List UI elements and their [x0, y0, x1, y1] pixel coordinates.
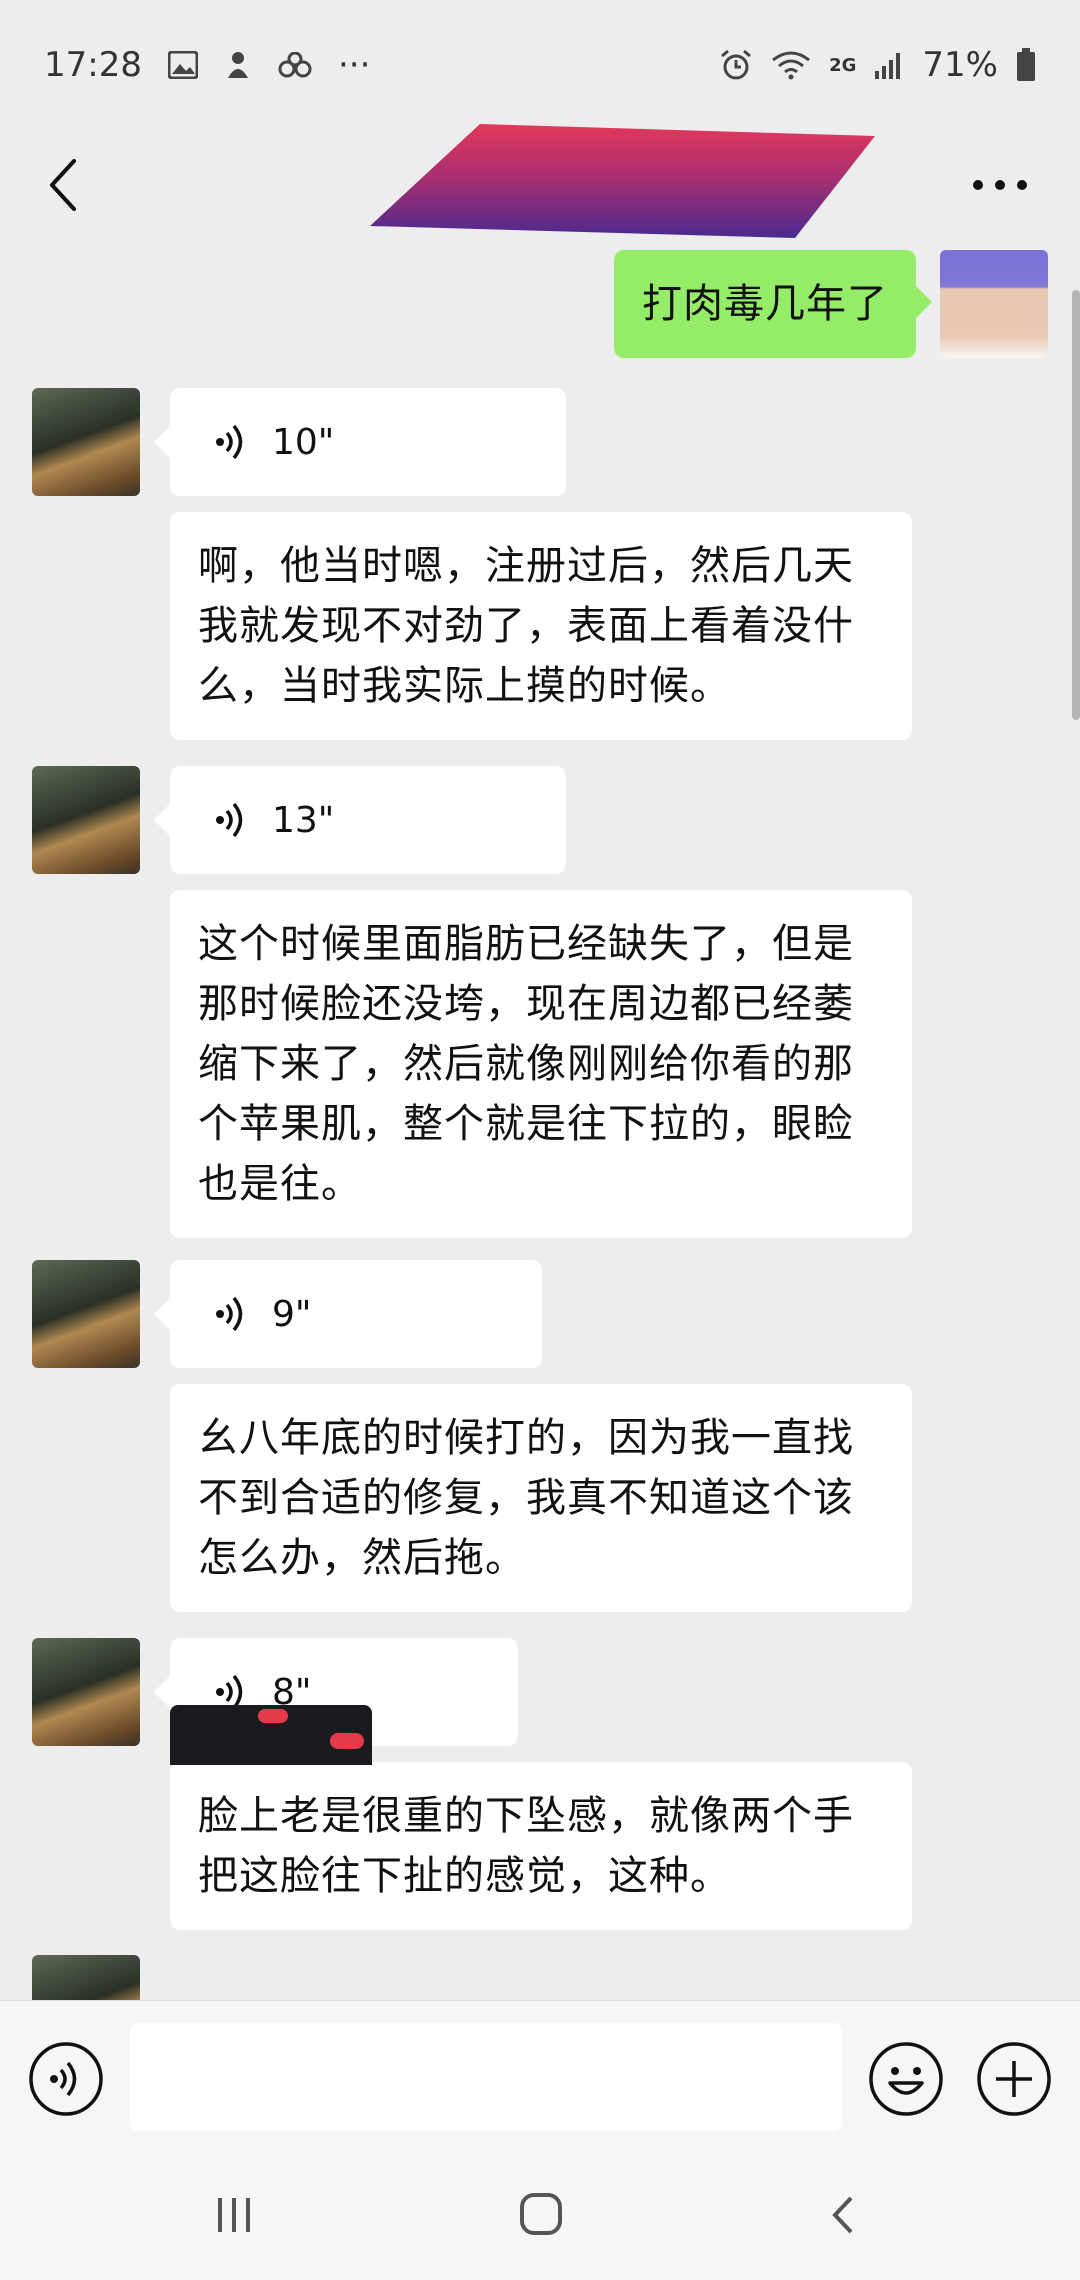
smiley-icon: [869, 2042, 943, 2116]
voice-wave-icon: [216, 424, 243, 460]
status-bar: 17:28 ··· 2G 71%: [0, 0, 1080, 130]
voice-transcript[interactable]: 这个时候里面脂肪已经缺失了，但是那时候脸还没垮，现在周边都已经萎缩下来了，然后就…: [170, 890, 912, 1238]
more-button[interactable]: [960, 145, 1040, 225]
system-navigation-bar: [0, 2150, 1080, 2280]
chat-header: [0, 120, 1080, 250]
recent-apps-button[interactable]: [210, 2190, 270, 2240]
scrollbar[interactable]: [1072, 290, 1080, 720]
contact-avatar[interactable]: [32, 1260, 140, 1368]
my-avatar[interactable]: [940, 250, 1048, 358]
app-notification-icon: [224, 50, 252, 80]
wifi-icon: [771, 50, 811, 80]
chevron-left-icon: [50, 159, 76, 211]
voice-wave-icon: [216, 802, 243, 838]
voice-duration: 13": [272, 799, 335, 841]
voice-transcript[interactable]: 啊，他当时嗯，注册过后，然后几天我就发现不对劲了，表面上看着没什么，当时我实际上…: [170, 512, 912, 740]
recent-apps-icon: [218, 2198, 250, 2232]
signal-icon: [874, 51, 904, 79]
image-message-thumbnail[interactable]: [170, 1705, 372, 1765]
transcript-text: 幺八年底的时候打的，因为我一直找不到合适的修复，我真不知道这个该怎么办，然后拖。: [198, 1415, 854, 1581]
gallery-icon: [167, 51, 198, 79]
message-text: 打肉毒几年了: [642, 281, 888, 327]
transcript-text: 啊，他当时嗯，注册过后，然后几天我就发现不对劲了，表面上看着没什么，当时我实际上…: [198, 543, 854, 709]
voice-message[interactable]: 9": [154, 1260, 542, 1368]
home-button[interactable]: [510, 2190, 570, 2240]
message-list[interactable]: 打肉毒几年了 10" 啊，他当时嗯，注册过后，然后几天我就发现不对劲了，表面上看…: [0, 250, 1080, 2000]
ellipsis-icon: [973, 180, 1027, 190]
voice-wave-icon: [216, 1296, 243, 1332]
back-button[interactable]: [30, 145, 110, 225]
transcript-text: 脸上老是很重的下坠感，就像两个手把这脸往下扯的感觉，这种。: [198, 1793, 854, 1899]
chat-title: [360, 125, 900, 255]
voice-icon: [29, 2042, 103, 2116]
network-type: 2G: [829, 54, 857, 76]
voice-transcript[interactable]: 幺八年底的时候打的，因为我一直找不到合适的修复，我真不知道这个该怎么办，然后拖。: [170, 1384, 912, 1612]
input-bar: [0, 2000, 1080, 2150]
my-message-bubble[interactable]: 打肉毒几年了: [614, 250, 932, 358]
message-input[interactable]: [130, 2023, 842, 2131]
contact-avatar[interactable]: [32, 1638, 140, 1746]
system-back-button[interactable]: [815, 2190, 875, 2240]
battery-icon: [1016, 48, 1036, 82]
back-arrow-icon: [832, 2196, 853, 2234]
thumbnail-detail: [258, 1709, 288, 1723]
plus-icon: [977, 2042, 1051, 2116]
voice-message[interactable]: 10": [154, 388, 566, 496]
home-icon: [520, 2193, 562, 2235]
voice-duration: 9": [272, 1293, 312, 1335]
status-more: ···: [337, 45, 371, 85]
status-time: 17:28: [44, 45, 142, 85]
voice-transcript[interactable]: 脸上老是很重的下坠感，就像两个手把这脸往下扯的感觉，这种。: [170, 1762, 912, 1930]
link-icon: [278, 52, 312, 78]
emoji-button[interactable]: [868, 2041, 944, 2117]
battery-percent: 71%: [922, 45, 998, 85]
more-functions-button[interactable]: [976, 2041, 1052, 2117]
contact-avatar[interactable]: [32, 766, 140, 874]
thumbnail-detail: [330, 1733, 364, 1749]
transcript-text: 这个时候里面脂肪已经缺失了，但是那时候脸还没垮，现在周边都已经萎缩下来了，然后就…: [198, 921, 854, 1207]
contact-avatar[interactable]: [32, 388, 140, 496]
alarm-icon: [719, 48, 753, 82]
voice-message[interactable]: 13": [154, 766, 566, 874]
voice-duration: 10": [272, 421, 335, 463]
voice-input-button[interactable]: [28, 2041, 104, 2117]
contact-avatar[interactable]: [32, 1955, 140, 2000]
